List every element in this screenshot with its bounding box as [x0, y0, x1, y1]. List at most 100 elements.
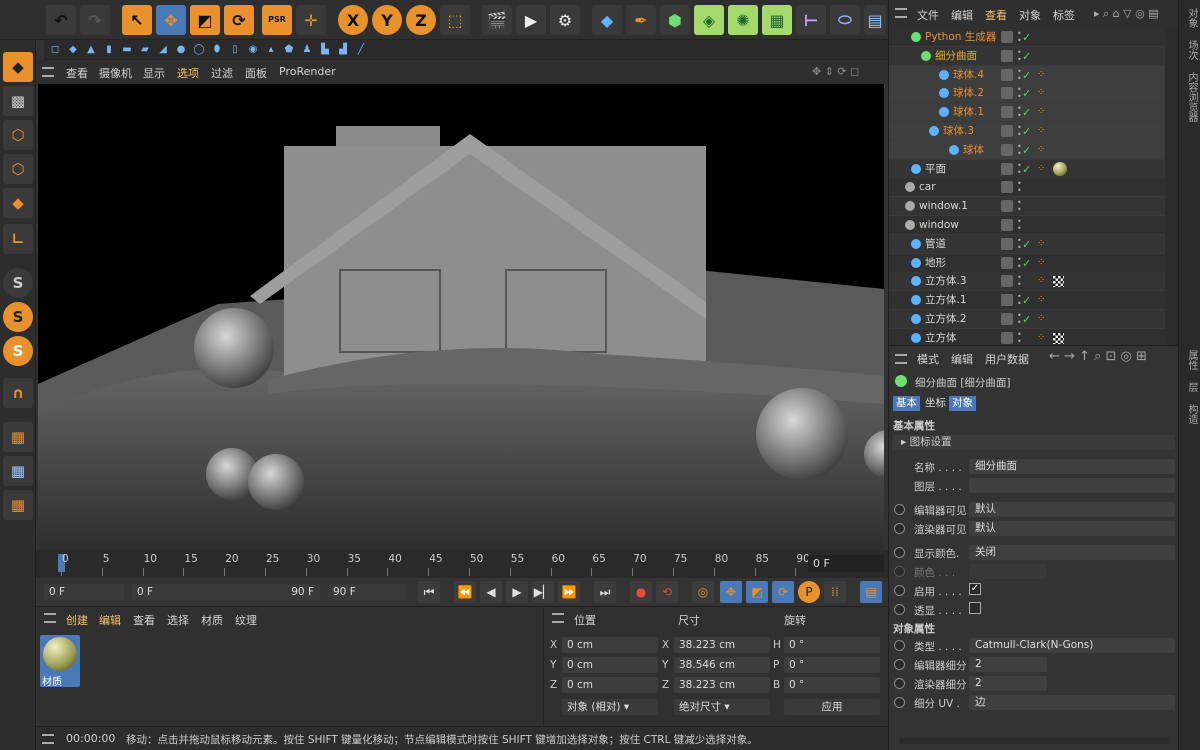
snap-settings-icon[interactable]: S [3, 302, 33, 332]
planar-workplane-icon[interactable]: ▦ [3, 490, 33, 520]
mograph-button[interactable]: ▦ [762, 5, 792, 35]
material-menu-create[interactable]: 创建 [66, 612, 88, 628]
attr-menu-edit[interactable]: 编辑 [951, 351, 973, 367]
pen-spline-button[interactable]: ✒ [626, 5, 656, 35]
keyframe-selection-button[interactable]: ◎ [692, 581, 714, 603]
rotation-field[interactable]: 0 ° [784, 657, 880, 673]
color-radio[interactable] [894, 566, 905, 577]
render-view-button[interactable]: 🎬 [482, 5, 512, 35]
layer-icon[interactable] [1001, 125, 1013, 137]
null-icon[interactable]: ◻ [48, 43, 62, 57]
visibility-dots-icon[interactable]: • • [1017, 274, 1022, 289]
redo-button[interactable]: ↷ [80, 5, 110, 35]
polygon-icon[interactable]: ◢ [156, 43, 170, 57]
cube-primitive-button[interactable]: ◆ [592, 5, 622, 35]
spline-icon[interactable]: ╱ [354, 43, 368, 57]
phong-tag-icon[interactable]: ⁘ [1037, 257, 1048, 269]
color-swatch[interactable] [969, 564, 1047, 579]
object-name[interactable]: 立方体.1 [925, 291, 967, 310]
hamburger-icon[interactable] [44, 613, 56, 623]
rotate-tool-button[interactable]: ⟳ [224, 5, 254, 35]
layout-button[interactable]: ▤ [864, 5, 886, 35]
material-menu-material[interactable]: 材质 [201, 612, 223, 628]
layer-icon[interactable] [1001, 106, 1013, 119]
display-color-select[interactable]: 关闭 [969, 545, 1175, 560]
enabled-check-icon[interactable]: ✓ [1022, 103, 1031, 122]
layer-icon[interactable] [1001, 49, 1013, 62]
object-name[interactable]: 球体 [963, 141, 984, 160]
range-slider[interactable]: 0 F 90 F [132, 584, 320, 600]
undo-button[interactable]: ↶ [46, 5, 76, 35]
move-tool-button[interactable]: ✥ [156, 5, 186, 35]
previous-key-button[interactable]: ⏪ [454, 581, 476, 603]
object-row[interactable]: car • • [889, 178, 1165, 198]
viewport-pan-icon[interactable]: ✥ ⇕ ⟳ ◻ [812, 65, 859, 78]
tab-structure[interactable]: 构造 [1184, 404, 1199, 424]
polygon-mode-icon[interactable]: ◆ [3, 188, 33, 218]
visibility-dots-icon[interactable]: • • [1017, 255, 1022, 270]
object-name[interactable]: 球体.4 [953, 66, 984, 85]
enabled-check-icon[interactable]: ✓ [1022, 28, 1031, 47]
visibility-dots-icon[interactable]: • • [1017, 86, 1022, 101]
object-name[interactable]: 球体.3 [943, 122, 974, 141]
world-axis-button[interactable]: ✛ [296, 5, 326, 35]
snap-icon[interactable]: S [3, 268, 33, 298]
tube-icon[interactable]: ◉ [246, 43, 260, 57]
tab-layers[interactable]: 层 [1184, 382, 1199, 392]
layer-icon[interactable] [1001, 256, 1013, 269]
timeline-ruler[interactable]: 0 5 10 15 20 25 30 35 40 45 50 55 60 65 70 75 80 85 90 0 F [36, 550, 888, 578]
go-to-start-button[interactable]: ⏮ [418, 581, 440, 603]
object-name[interactable]: 地形 [925, 254, 946, 273]
type-select[interactable]: Catmull-Clark(N-Gons) [969, 638, 1175, 653]
autokey-button[interactable]: ⟲ [656, 581, 678, 603]
enabled-check-icon[interactable]: ✓ [1022, 141, 1031, 160]
attr-menu-mode[interactable]: 模式 [917, 351, 939, 367]
phong-tag-icon[interactable]: ⁘ [1037, 163, 1048, 175]
subdiv-uv-select[interactable]: 边 [969, 695, 1175, 710]
render-visible-radio[interactable] [894, 523, 905, 534]
material-swatch[interactable]: 材质 [40, 635, 80, 688]
key-pla-button[interactable]: ⁞⁞ [824, 581, 846, 603]
position-field[interactable]: 0 cm [562, 657, 658, 673]
object-manager-tools-icon[interactable]: ▸ ⌕ ⌂ ▽ ◎ ▤ [1094, 7, 1159, 21]
tab-basic[interactable]: 基本 [893, 396, 920, 411]
landscape-icon[interactable]: ▙ [318, 43, 332, 57]
object-name[interactable]: 平面 [925, 160, 946, 179]
layer-icon[interactable] [1001, 313, 1013, 325]
oil-tank-icon[interactable]: ▯ [228, 43, 242, 57]
plane-icon[interactable]: ▰ [138, 43, 152, 57]
figure-icon[interactable]: ♟ [300, 43, 314, 57]
object-menu-edit[interactable]: 编辑 [951, 7, 973, 23]
layer-icon[interactable] [1001, 200, 1013, 213]
object-menu-object[interactable]: 对象 [1019, 7, 1041, 23]
phong-tag-icon[interactable]: ⁘ [1037, 126, 1048, 137]
rotation-field[interactable]: 0 ° [784, 637, 880, 653]
go-to-end-button[interactable]: ⏭ [594, 581, 616, 603]
subdiv-uv-radio[interactable] [894, 697, 905, 708]
torus-icon[interactable]: ◯ [192, 43, 206, 57]
layer-icon[interactable] [1001, 143, 1013, 156]
object-row[interactable]: 球体 • • ✓ ⁘ [889, 140, 1165, 160]
array-generator-button[interactable]: ◈ [694, 5, 724, 35]
viewport-menu-filter[interactable]: 过滤 [211, 65, 233, 81]
subdivision-generator-button[interactable]: ⬢ [660, 5, 690, 35]
attr-menu-userdata[interactable]: 用户数据 [985, 351, 1029, 367]
layer-field[interactable] [969, 478, 1175, 493]
visibility-dots-icon[interactable]: • • [1017, 48, 1022, 63]
layer-icon[interactable] [1001, 331, 1013, 344]
next-frame-button[interactable]: ▶▏ [532, 581, 554, 603]
visibility-dots-icon[interactable]: • • [1017, 312, 1022, 327]
material-menu-texture[interactable]: 纹理 [235, 612, 257, 628]
object-name[interactable]: 管道 [925, 235, 946, 254]
viewport-menu-display[interactable]: 显示 [143, 65, 165, 81]
phong-tag-icon[interactable]: ⁘ [1037, 332, 1048, 344]
current-frame-field[interactable]: 0 F [808, 555, 884, 572]
viewport-menu-view[interactable]: 查看 [66, 65, 88, 81]
hamburger-icon[interactable] [895, 8, 907, 18]
y-axis-lock-button[interactable]: Y [372, 5, 402, 35]
key-position-button[interactable]: ✥ [720, 581, 742, 603]
psr-button[interactable]: PSR [262, 5, 292, 35]
object-row[interactable]: 平面 • • ✓ ⁘ [889, 159, 1165, 179]
position-field[interactable]: 0 cm [562, 677, 658, 693]
tab-content-browser[interactable]: 内容浏览器 [1184, 72, 1199, 122]
